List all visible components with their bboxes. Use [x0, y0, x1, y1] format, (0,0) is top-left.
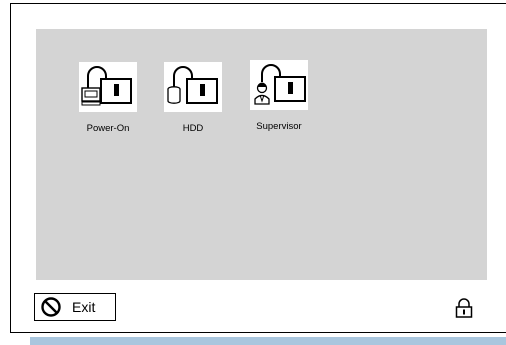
bottom-strip — [30, 337, 506, 345]
supervisor-lock-icon[interactable] — [250, 60, 308, 110]
exit-button[interactable]: Exit — [34, 293, 116, 321]
power-on-password-item[interactable]: Power-On — [66, 62, 150, 134]
padlock-icon — [454, 297, 474, 324]
password-settings-window: Power-On HDD Supervisor Exit — [10, 3, 506, 333]
hdd-label: HDD — [182, 123, 204, 134]
hdd-password-item[interactable]: HDD — [151, 62, 235, 134]
password-panel: Power-On HDD Supervisor — [36, 29, 487, 280]
power-on-lock-icon[interactable] — [79, 62, 137, 112]
hdd-lock-icon[interactable] — [164, 62, 222, 112]
supervisor-password-item[interactable]: Supervisor — [237, 60, 321, 132]
power-on-label: Power-On — [86, 123, 130, 134]
exit-label: Exit — [72, 299, 96, 315]
no-entry-icon — [40, 296, 62, 318]
supervisor-label: Supervisor — [256, 121, 302, 132]
lock-button[interactable] — [451, 297, 477, 323]
